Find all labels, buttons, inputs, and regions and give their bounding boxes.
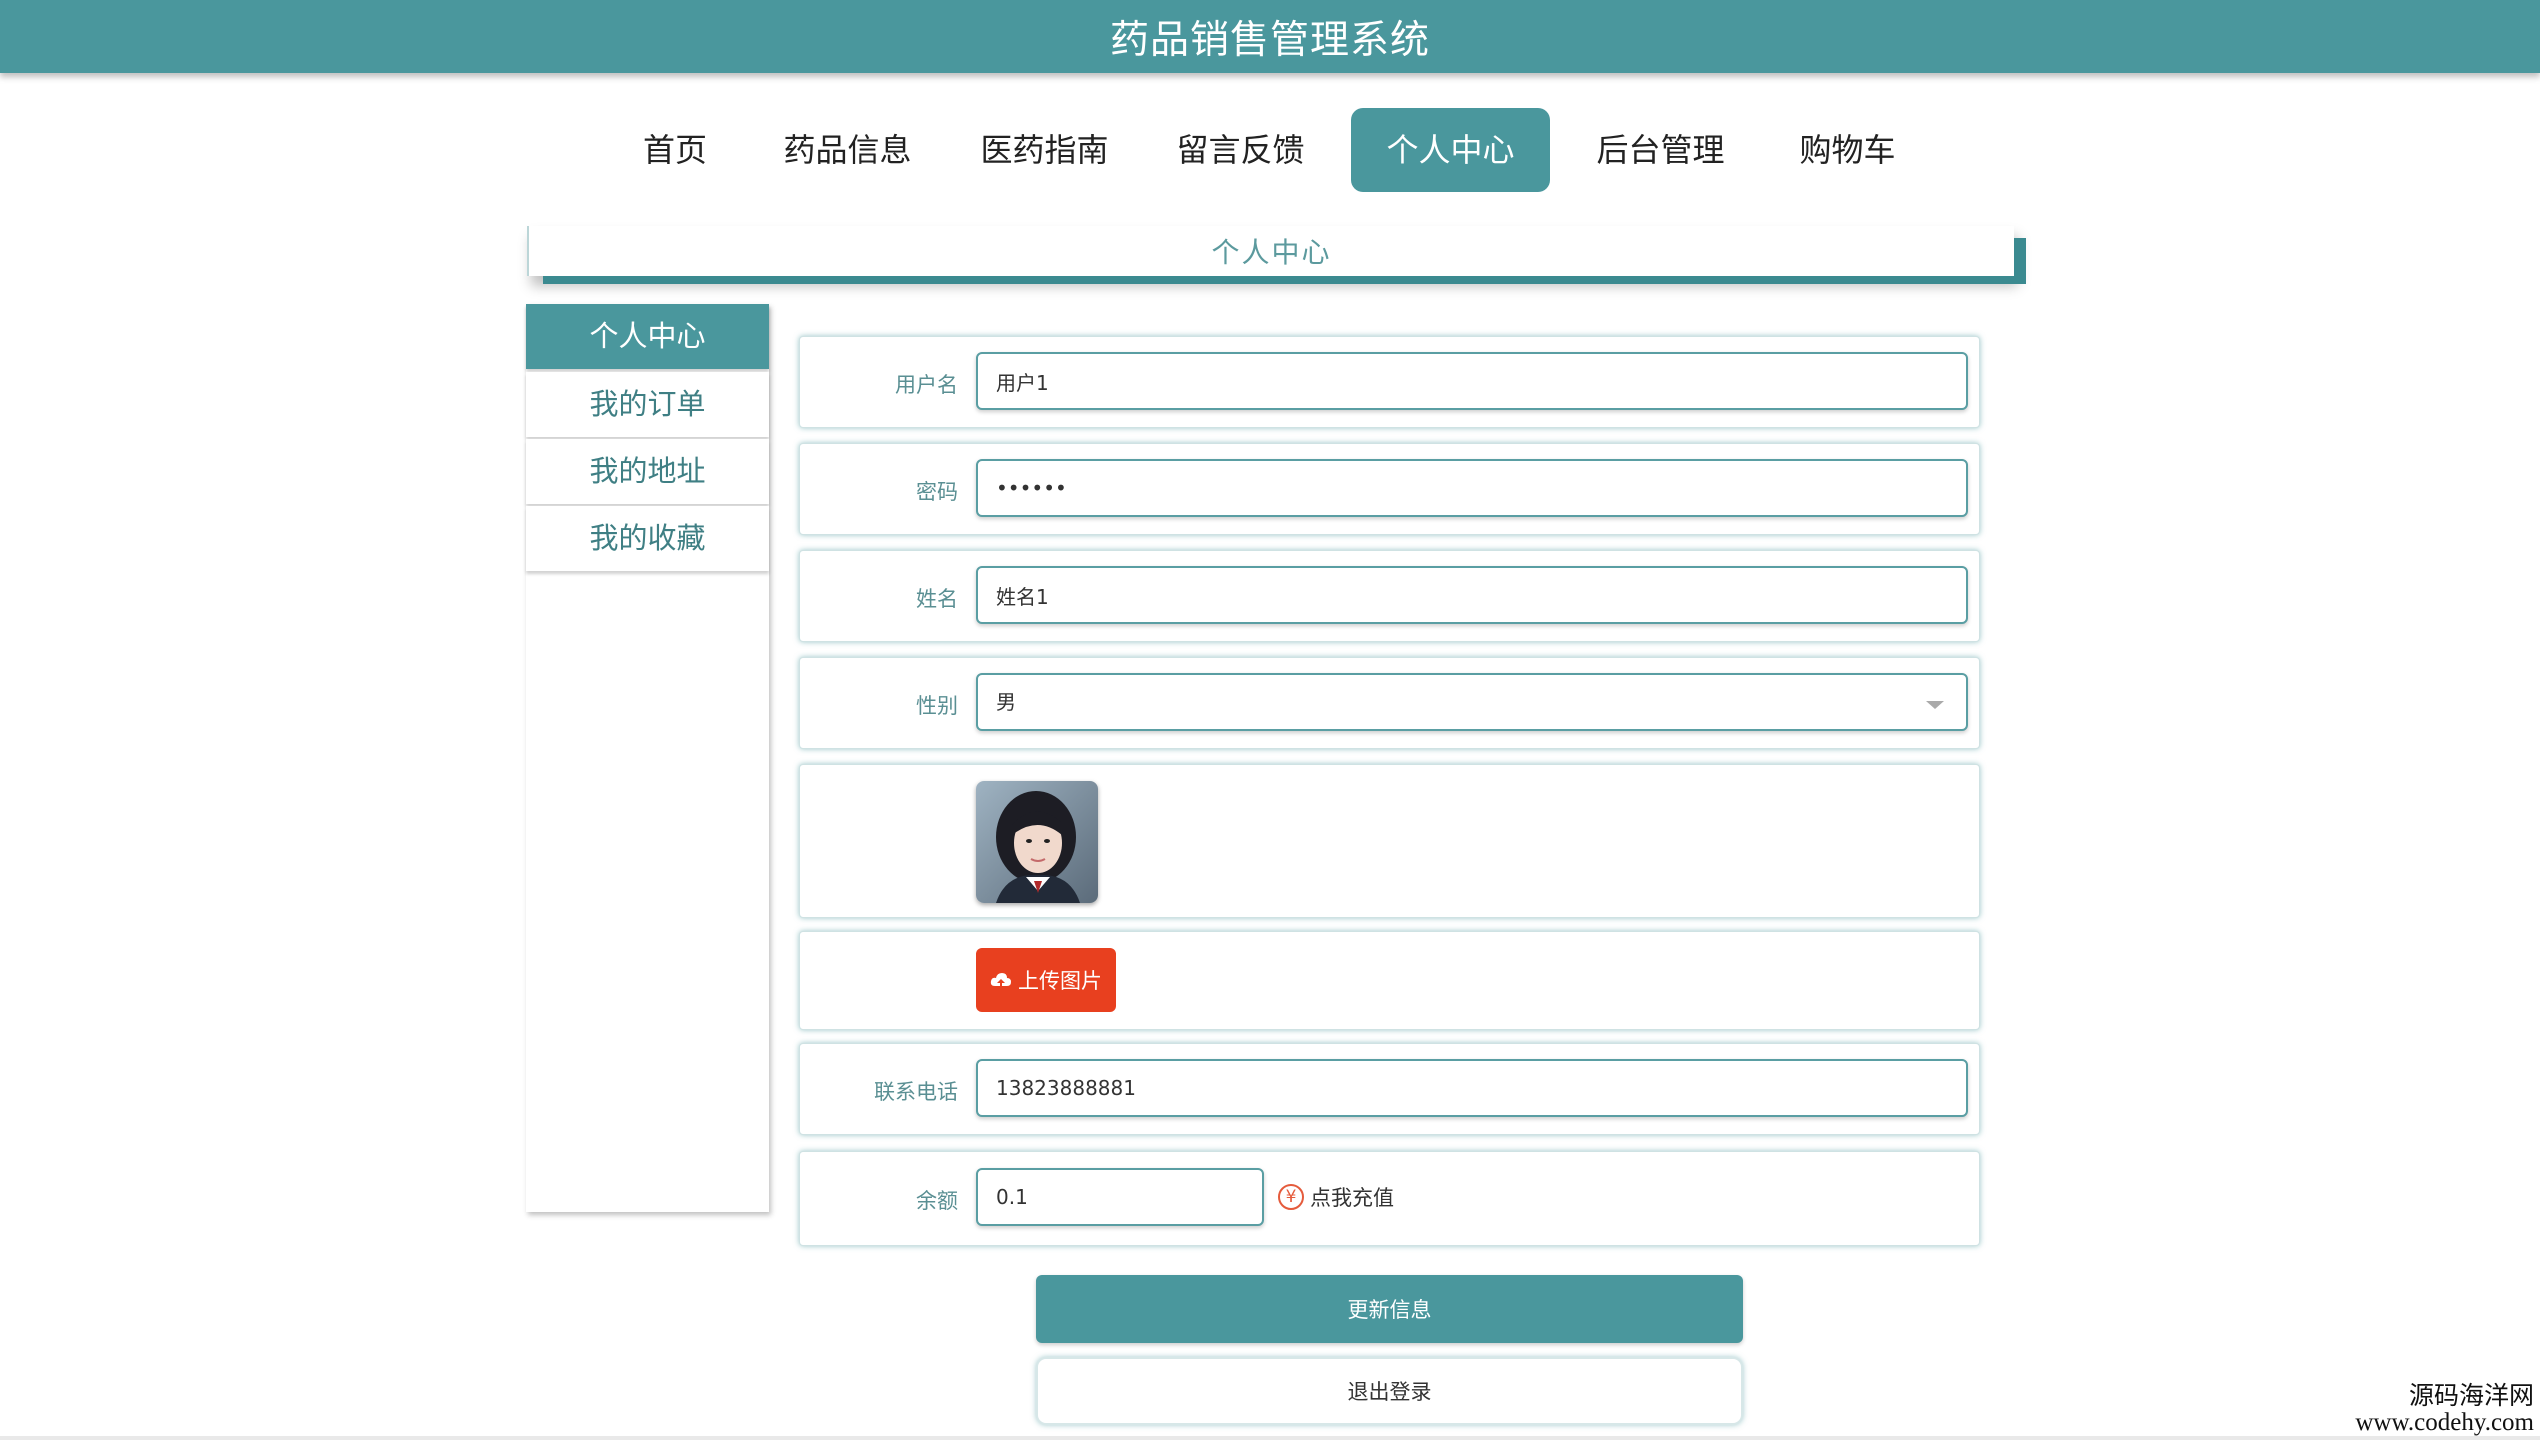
sidebar-item-my-favorites[interactable]: 我的收藏 [526,506,769,571]
sidebar-item-my-address[interactable]: 我的地址 [526,439,769,504]
username-input[interactable] [976,352,1968,410]
gender-selected-value: 男 [996,690,1016,714]
nav-drug-info[interactable]: 药品信息 [770,108,925,192]
balance-input[interactable] [976,1168,1264,1226]
balance-label: 余额 [916,1189,958,1213]
recharge-label: 点我充值 [1310,1186,1394,1210]
password-input[interactable] [976,459,1968,517]
name-input[interactable] [976,566,1968,624]
section-title-bar: 个人中心 [527,226,2014,276]
recharge-link[interactable]: ¥ 点我充值 [1278,1182,1394,1212]
upload-image-button[interactable]: 上传图片 [976,948,1116,1012]
name-row: 姓名 [799,550,1980,642]
sidebar: 个人中心 我的订单 我的地址 我的收藏 [526,304,769,1212]
nav-feedback[interactable]: 留言反馈 [1163,108,1318,192]
upload-row: 上传图片 [799,931,1980,1030]
sidebar-item-my-orders[interactable]: 我的订单 [526,372,769,437]
phone-label: 联系电话 [874,1080,958,1104]
watermark-line1: 源码海洋网 [2408,1383,2534,1410]
yen-icon: ¥ [1278,1184,1304,1210]
nav-cart[interactable]: 购物车 [1790,108,1905,192]
username-label: 用户名 [895,373,958,397]
name-label: 姓名 [916,587,958,611]
app-title: 药品销售管理系统 [1109,17,1430,63]
cloud-upload-icon [990,973,1011,987]
upload-image-label: 上传图片 [1018,969,1102,993]
app-header: 药品销售管理系统 [0,0,2540,73]
username-row: 用户名 [799,336,1980,428]
update-info-button[interactable]: 更新信息 [1036,1275,1743,1343]
chevron-down-icon [1926,701,1944,709]
password-label: 密码 [916,480,958,504]
nav-admin[interactable]: 后台管理 [1583,108,1738,192]
section-title: 个人中心 [1211,236,1332,269]
avatar-row [799,764,1980,918]
gender-select[interactable]: 男 [976,673,1968,731]
phone-input[interactable] [976,1059,1968,1117]
nav-personal-center[interactable]: 个人中心 [1351,108,1550,192]
phone-row: 联系电话 [799,1043,1980,1135]
watermark: 源码海洋网 www.codehy.com [2355,1384,2534,1436]
user-avatar [976,781,1098,903]
balance-row: 余额 ¥ 点我充值 [799,1151,1980,1246]
page-bottom-divider [0,1436,2540,1440]
sidebar-item-personal-center[interactable]: 个人中心 [526,304,769,369]
main-nav: 首页 药品信息 医药指南 留言反馈 个人中心 后台管理 购物车 [0,108,2540,192]
logout-button[interactable]: 退出登录 [1036,1357,1743,1425]
watermark-line2: www.codehy.com [2355,1409,2534,1436]
gender-row: 性别 男 [799,657,1980,749]
nav-medical-guide[interactable]: 医药指南 [967,108,1122,192]
nav-home[interactable]: 首页 [625,108,725,192]
avatar-photo-icon [976,781,1098,903]
gender-label: 性别 [916,694,958,718]
password-row: 密码 [799,443,1980,535]
